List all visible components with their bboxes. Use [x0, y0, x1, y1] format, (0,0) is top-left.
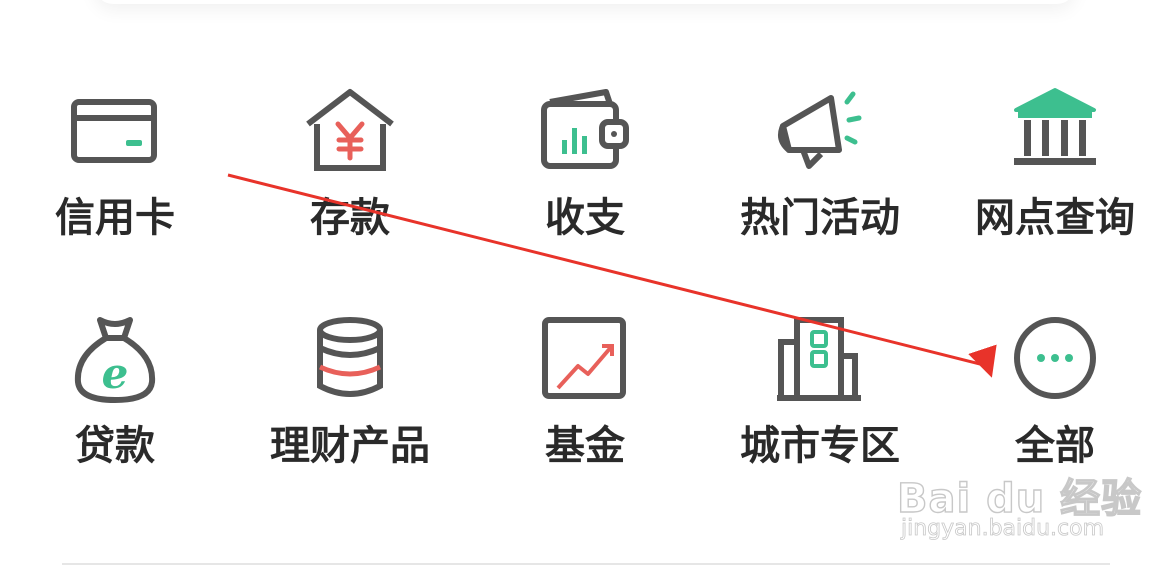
- coin-stack-icon: [317, 317, 383, 397]
- city-buildings-icon: [777, 317, 861, 401]
- credit-card-icon: [71, 99, 157, 163]
- menu-item-wealth-products[interactable]: 理财产品: [250, 316, 450, 506]
- fund-trend-icon: [542, 317, 626, 399]
- loan-bag-icon: e: [74, 317, 156, 403]
- more-dots-icon: [1014, 317, 1096, 399]
- service-menu-grid: 信用卡 存款 收支 热门活动 网点查询 e 贷款 理财产品 基金 城市专区 全部: [0, 0, 1170, 570]
- menu-label-hot-events: 热门活动: [740, 195, 900, 241]
- menu-label-income-expense: 收支: [545, 195, 625, 241]
- menu-item-deposit[interactable]: 存款: [250, 88, 450, 278]
- deposit-house-icon: [306, 89, 394, 171]
- menu-label-deposit: 存款: [310, 195, 390, 241]
- menu-label-city-zone: 城市专区: [740, 423, 900, 469]
- menu-item-loan[interactable]: e 贷款: [15, 316, 215, 506]
- menu-label-loan: 贷款: [75, 423, 155, 469]
- menu-label-wealth-products: 理财产品: [270, 423, 430, 469]
- svg-text:e: e: [102, 349, 129, 398]
- menu-item-income-expense[interactable]: 收支: [485, 88, 685, 278]
- menu-item-credit-card[interactable]: 信用卡: [15, 88, 215, 278]
- menu-label-credit-card: 信用卡: [55, 195, 175, 241]
- menu-item-all[interactable]: 全部: [955, 316, 1155, 506]
- bottom-divider: [62, 563, 1110, 565]
- megaphone-icon: [778, 91, 862, 169]
- menu-item-city-zone[interactable]: 城市专区: [720, 316, 920, 506]
- menu-item-branch-search[interactable]: 网点查询: [955, 88, 1155, 278]
- menu-label-fund: 基金: [545, 423, 625, 469]
- menu-item-fund[interactable]: 基金: [485, 316, 685, 506]
- menu-label-all: 全部: [1015, 423, 1095, 469]
- menu-item-hot-events[interactable]: 热门活动: [720, 88, 920, 278]
- bank-building-icon: [1014, 88, 1096, 165]
- wallet-chart-icon: [541, 89, 629, 169]
- menu-label-branch-search: 网点查询: [975, 195, 1135, 241]
